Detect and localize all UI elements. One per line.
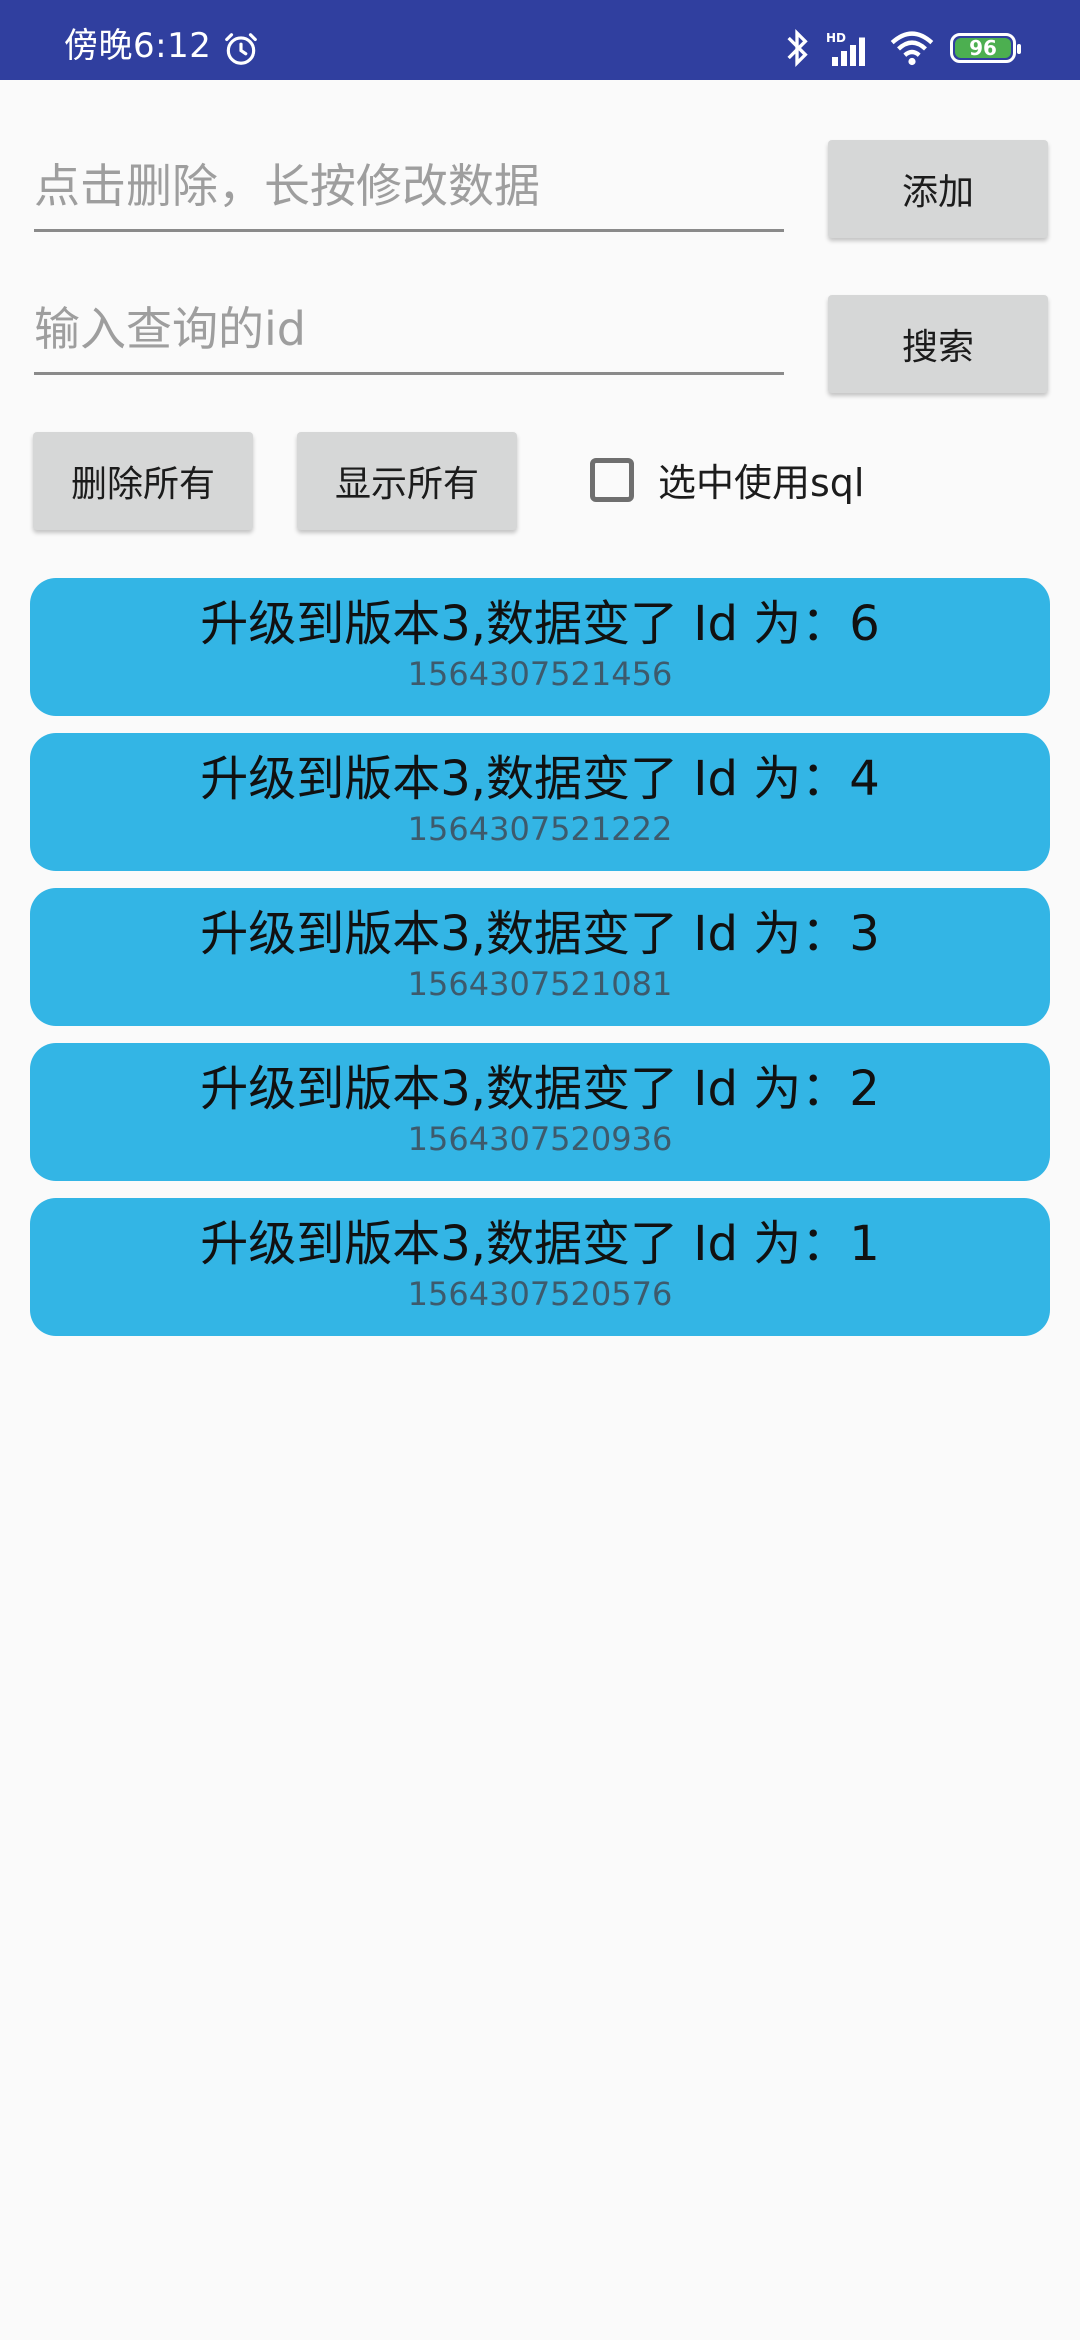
item-timestamp: 1564307521456 xyxy=(407,655,673,693)
battery-icon: 96 xyxy=(950,33,1021,63)
use-sql-checkbox[interactable] xyxy=(590,457,634,502)
alarm-icon xyxy=(225,33,257,65)
hd-signal-icon: HD xyxy=(826,31,865,66)
data-input-container xyxy=(34,142,784,232)
item-title: 升级到版本3,数据变了 Id 为：2 xyxy=(200,1061,880,1117)
list-item[interactable]: 升级到版本3,数据变了 Id 为：4 1564307521222 xyxy=(30,733,1050,871)
status-bar: 傍晚6:12 HD 96 xyxy=(0,0,1080,80)
list-item[interactable]: 升级到版本3,数据变了 Id 为：6 1564307521456 xyxy=(30,578,1050,716)
status-icons: HD 96 xyxy=(784,28,1021,68)
list-item[interactable]: 升级到版本3,数据变了 Id 为：3 1564307521081 xyxy=(30,888,1050,1026)
item-title: 升级到版本3,数据变了 Id 为：1 xyxy=(200,1216,880,1272)
bluetooth-icon xyxy=(787,28,808,68)
item-timestamp: 1564307521222 xyxy=(407,810,673,848)
wifi-icon xyxy=(890,31,934,66)
list-item[interactable]: 升级到版本3,数据变了 Id 为：2 1564307520936 xyxy=(30,1043,1050,1181)
use-sql-label: 选中使用sql xyxy=(658,461,865,505)
use-sql-option[interactable]: 选中使用sql xyxy=(590,452,864,507)
svg-text:HD: HD xyxy=(826,31,846,45)
item-title: 升级到版本3,数据变了 Id 为：3 xyxy=(200,906,880,962)
show-all-button[interactable]: 显示所有 xyxy=(297,432,517,530)
item-title: 升级到版本3,数据变了 Id 为：4 xyxy=(200,751,880,807)
search-button[interactable]: 搜索 xyxy=(828,295,1048,393)
battery-percent: 96 xyxy=(969,36,997,60)
data-input[interactable] xyxy=(34,142,784,229)
add-button[interactable]: 添加 xyxy=(828,140,1048,238)
item-title: 升级到版本3,数据变了 Id 为：6 xyxy=(200,596,880,652)
id-input-container xyxy=(34,285,784,375)
item-timestamp: 1564307521081 xyxy=(407,965,673,1003)
data-list: 升级到版本3,数据变了 Id 为：6 1564307521456 升级到版本3,… xyxy=(30,578,1050,1353)
delete-all-button[interactable]: 删除所有 xyxy=(33,432,253,530)
id-search-input[interactable] xyxy=(34,285,784,372)
item-timestamp: 1564307520576 xyxy=(407,1275,673,1313)
list-item[interactable]: 升级到版本3,数据变了 Id 为：1 1564307520576 xyxy=(30,1198,1050,1336)
status-time: 傍晚6:12 xyxy=(64,26,212,66)
item-timestamp: 1564307520936 xyxy=(407,1120,673,1158)
